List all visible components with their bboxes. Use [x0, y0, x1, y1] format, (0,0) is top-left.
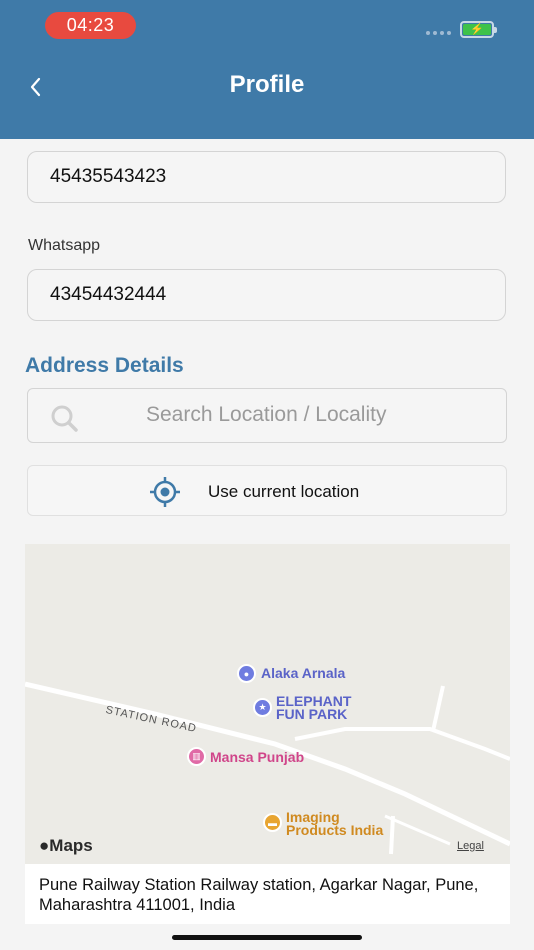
search-placeholder: Search Location / Locality	[146, 403, 387, 426]
selected-address: Pune Railway Station Railway station, Ag…	[25, 864, 510, 924]
poi-alaka-label: Alaka Arnala	[261, 665, 346, 681]
apple-logo-icon: ●	[39, 836, 50, 855]
home-indicator[interactable]	[172, 935, 362, 940]
poi-mansa-museum-icon: ▥	[187, 747, 206, 766]
poi-elephant-star-icon: ★	[253, 698, 272, 717]
page-title: Profile	[229, 71, 305, 98]
use-current-location-button[interactable]: Use current location	[27, 465, 507, 516]
poi-elephant-line2: FUN PARK	[276, 706, 348, 722]
maps-attribution-text: Maps	[49, 836, 93, 855]
use-current-location-label: Use current location	[208, 482, 360, 501]
whatsapp-label: Whatsapp	[28, 237, 101, 254]
target-location-icon	[150, 477, 180, 507]
phone-field[interactable]: 45435543423	[27, 151, 506, 203]
poi-imaging-line2: Products India	[286, 822, 384, 838]
poi-imaging-shop-icon: ▬	[263, 813, 282, 832]
search-icon	[51, 405, 78, 432]
signal-icon	[426, 31, 451, 35]
poi-elephant-label: ELEPHANT FUN PARK	[276, 694, 351, 722]
legal-link[interactable]: Legal	[457, 840, 484, 852]
poi-alaka-pin-icon: ●	[237, 664, 256, 683]
maps-attribution: ●Maps	[39, 836, 93, 856]
search-location-input[interactable]: Search Location / Locality	[27, 388, 507, 443]
poi-mansa-label: Mansa Punjab	[210, 749, 305, 765]
app-header: 04:23 ⚡ Profile	[0, 0, 534, 139]
address-section-title: Address Details	[25, 354, 184, 377]
battery-icon: ⚡	[460, 21, 497, 38]
status-time: 04:23	[45, 12, 136, 39]
whatsapp-field[interactable]: 43454432444	[27, 269, 506, 321]
poi-imaging-label: Imaging Products India	[286, 810, 384, 838]
map-view[interactable]: STATION ROAD ● Alaka Arnala ★ ELEPHANT F…	[25, 544, 510, 864]
